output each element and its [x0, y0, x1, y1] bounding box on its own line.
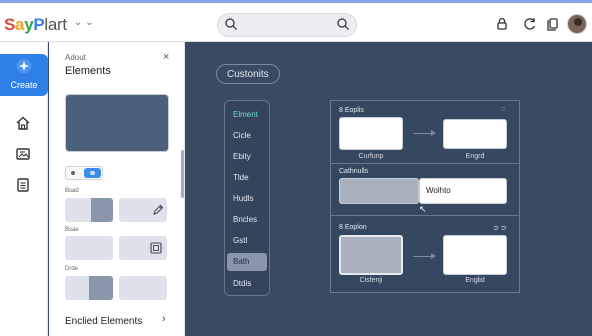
- diagram-node[interactable]: [443, 235, 507, 275]
- section-label: Bsad: [65, 188, 79, 194]
- diagram-node-label[interactable]: Wolhto: [419, 178, 507, 204]
- frame-group-label: 8 Eoplon: [339, 224, 367, 231]
- logo-letter: P: [33, 15, 45, 34]
- menu-item[interactable]: Ebity: [227, 148, 267, 166]
- home-icon[interactable]: [15, 115, 31, 131]
- lock-icon[interactable]: [494, 16, 510, 32]
- image-icon[interactable]: [15, 146, 31, 162]
- element-menu: Elment Cicle Ebity Tlde Hudls Bncles Gst…: [224, 100, 270, 296]
- menu-item-selected[interactable]: Bath: [227, 253, 267, 271]
- connector-arrow: [413, 253, 436, 259]
- panel-footer-link[interactable]: Enclied Elements: [65, 316, 142, 327]
- frame-divider: [331, 163, 519, 164]
- user-avatar[interactable]: [567, 14, 587, 34]
- tile-shade: [89, 276, 113, 300]
- section-label: Bsae: [65, 227, 79, 233]
- frame-divider: [331, 215, 519, 216]
- toggle-off-dot: [71, 171, 75, 175]
- diagram-node[interactable]: [443, 119, 507, 149]
- section-label: Drde: [65, 266, 79, 272]
- left-rail: Create: [0, 42, 48, 336]
- panel-title: Elements: [65, 65, 111, 77]
- element-tile[interactable]: [65, 198, 113, 222]
- pen-icon: [153, 204, 164, 215]
- chevron-right-icon[interactable]: ›: [162, 313, 166, 325]
- diagram-node-selected[interactable]: [339, 235, 403, 275]
- panel-scrollbar[interactable]: [181, 150, 184, 198]
- element-tile[interactable]: [65, 276, 113, 300]
- menu-item[interactable]: Bncles: [227, 211, 267, 229]
- connector-arrow: [413, 130, 436, 136]
- settings-icon[interactable]: ◌: [501, 106, 505, 113]
- image-icon: [150, 242, 162, 254]
- element-tile[interactable]: [119, 198, 167, 222]
- sparkle-icon: [16, 58, 32, 74]
- element-tile[interactable]: [119, 276, 167, 300]
- mouse-cursor: ↖: [419, 204, 427, 214]
- menu-item[interactable]: Cicle: [227, 127, 267, 145]
- search-bar[interactable]: [217, 13, 357, 37]
- menu-item[interactable]: Dtdis: [227, 275, 267, 293]
- create-label: Create: [10, 80, 38, 90]
- create-button[interactable]: Create: [0, 54, 48, 96]
- logo-letter: y: [24, 15, 34, 34]
- frame-group-label: Cathnulls: [339, 168, 369, 175]
- node-caption: Engrd: [465, 153, 485, 160]
- elements-panel: Adout Elements × Bsad Bsae Drde Enclied …: [49, 42, 185, 336]
- logo-menu-caret[interactable]: ⌄ ⌄: [74, 17, 94, 28]
- node-caption: Englid: [465, 277, 485, 284]
- menu-item[interactable]: Hudls: [227, 190, 267, 208]
- copy-icon[interactable]: [545, 16, 561, 32]
- element-tile[interactable]: [119, 236, 167, 260]
- document-icon[interactable]: [15, 177, 31, 193]
- app-logo[interactable]: SayPlart: [4, 15, 67, 35]
- element-tile[interactable]: [65, 236, 113, 260]
- diagram-frame[interactable]: 8 Eoplis ◌ Curfunp Engrd Cathnulls Wolht…: [330, 100, 520, 293]
- canvas-title[interactable]: Custonits: [216, 64, 280, 84]
- design-canvas[interactable]: Custonits Elment Cicle Ebity Tlde Hudls …: [186, 42, 592, 336]
- menu-item[interactable]: Elment: [227, 106, 267, 124]
- view-toggle[interactable]: [65, 166, 103, 180]
- tile-shade: [91, 198, 113, 222]
- diagram-node[interactable]: [339, 178, 419, 204]
- node-caption: Cisfenji: [359, 277, 383, 284]
- refresh-icon[interactable]: [522, 16, 538, 32]
- close-icon[interactable]: ×: [163, 51, 169, 63]
- logo-letter: lart: [44, 15, 67, 34]
- link-icon[interactable]: ⊃ ⊃: [493, 224, 507, 232]
- menu-item[interactable]: Gstl: [227, 232, 267, 250]
- logo-letter: S: [4, 15, 16, 34]
- toggle-on-switch: [84, 168, 101, 178]
- search-icon: [225, 18, 237, 30]
- element-preview[interactable]: [65, 94, 169, 152]
- node-caption: Curfunp: [358, 153, 384, 160]
- logo-letter: a: [15, 15, 25, 34]
- search-icon[interactable]: [336, 17, 350, 31]
- menu-item[interactable]: Tlde: [227, 169, 267, 187]
- panel-subtitle: Adout: [65, 53, 86, 62]
- diagram-node[interactable]: [339, 117, 403, 150]
- frame-group-label: 8 Eoplis: [339, 107, 364, 114]
- top-bar: SayPlart ⌄ ⌄: [0, 0, 592, 42]
